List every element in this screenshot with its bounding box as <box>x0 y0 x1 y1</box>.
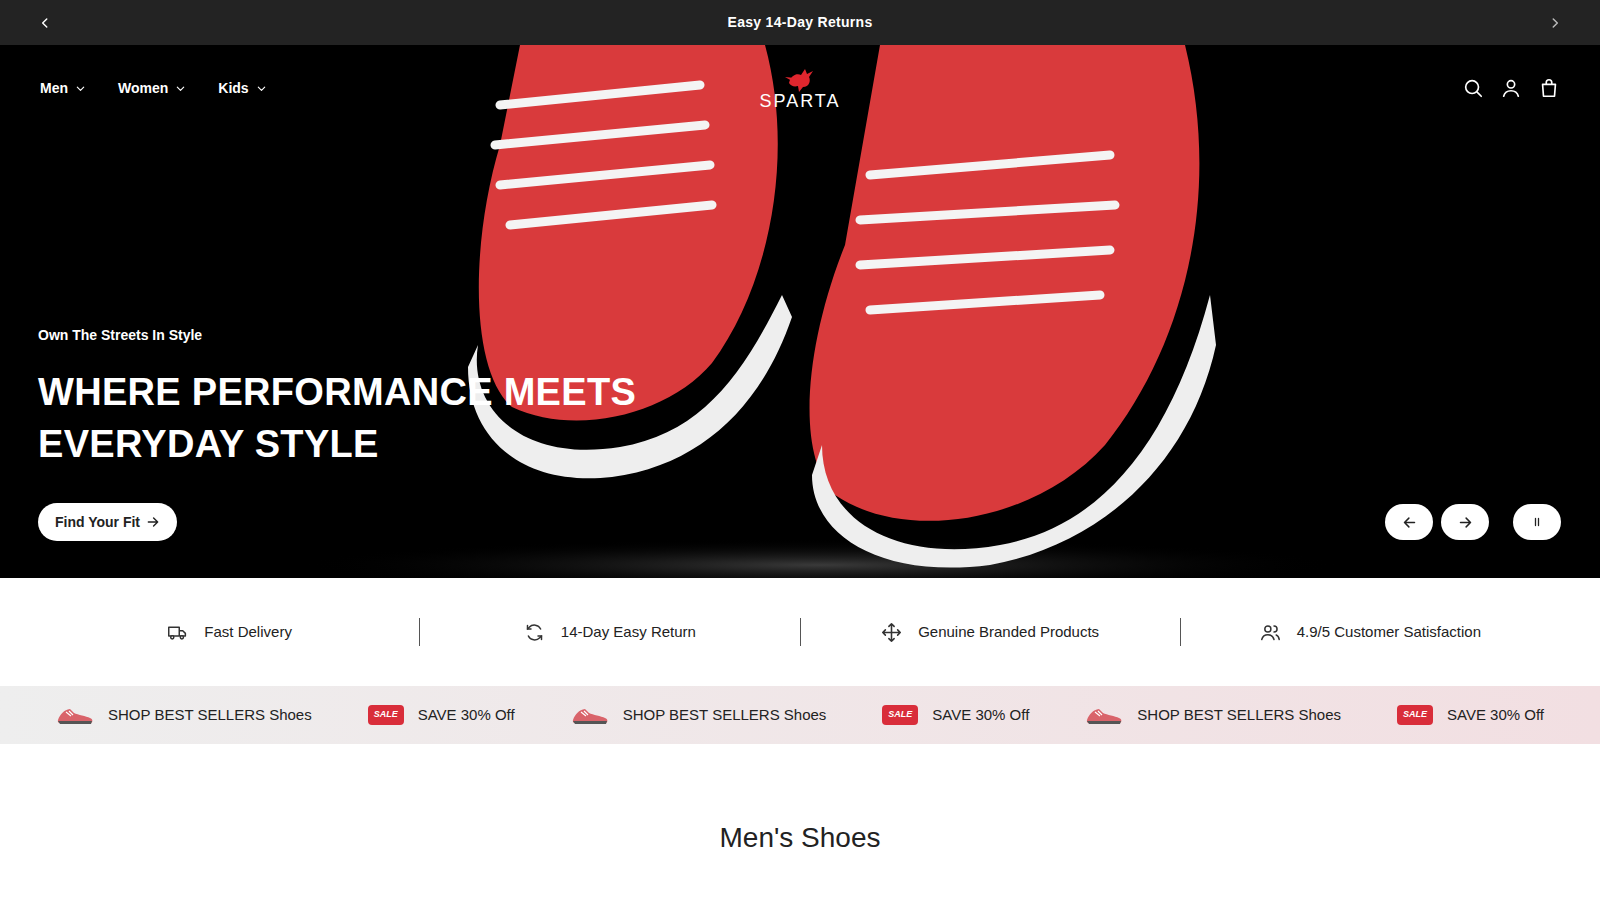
announcement-bar: Easy 14-Day Returns <box>0 0 1600 45</box>
move-icon <box>881 622 902 643</box>
site-header: Men Women Kids SPARTA <box>0 45 1600 131</box>
shoe-icon <box>571 704 609 726</box>
feature-label: Fast Delivery <box>204 621 292 644</box>
pause-icon <box>1531 516 1543 528</box>
chevron-down-icon <box>256 83 267 94</box>
promo-text[interactable]: SHOP BEST SELLERS Shoes <box>1137 704 1341 727</box>
nav-item[interactable]: Kids <box>218 78 266 99</box>
chevron-right-icon[interactable] <box>1548 16 1562 30</box>
hero-eyebrow: Own The Streets In Style <box>38 325 1562 346</box>
heading-line: WHERE PERFORMANCE MEETS <box>38 366 1562 418</box>
feature-item: 14-Day Easy Return <box>420 621 799 644</box>
pegasus-icon <box>783 65 817 93</box>
users-icon <box>1260 622 1281 643</box>
promo-text[interactable]: SAVE 30% Off <box>418 704 515 727</box>
announcement-text: Easy 14-Day Returns <box>728 12 873 33</box>
nav-item[interactable]: Women <box>118 78 186 99</box>
find-fit-button[interactable]: Find Your Fit <box>38 503 177 541</box>
logo[interactable]: SPARTA <box>547 65 1054 111</box>
account-icon[interactable] <box>1500 77 1522 99</box>
arrow-right-icon <box>146 515 160 529</box>
sale-badge: SALE <box>368 705 404 725</box>
promo-item[interactable]: SHOP BEST SELLERS Shoes <box>1085 704 1341 727</box>
heading-line: EVERYDAY STYLE <box>38 418 1562 470</box>
promo-text[interactable]: SHOP BEST SELLERS Shoes <box>108 704 312 727</box>
chevron-down-icon <box>75 83 86 94</box>
promo-text[interactable]: SHOP BEST SELLERS Shoes <box>623 704 827 727</box>
feature-label: Genuine Branded Products <box>918 621 1099 644</box>
feature-label: 4.9/5 Customer Satisfaction <box>1297 621 1481 644</box>
promo-strip: SHOP BEST SELLERS ShoesSALESAVE 30% OffS… <box>0 686 1600 744</box>
nav-label[interactable]: Men <box>40 78 68 99</box>
return-icon <box>524 622 545 643</box>
nav-label[interactable]: Kids <box>218 78 248 99</box>
promo-text[interactable]: SAVE 30% Off <box>1447 704 1544 727</box>
chevron-left-icon[interactable] <box>38 16 52 30</box>
shoe-icon <box>1085 704 1123 726</box>
hero-actions: Find Your Fit <box>38 503 1562 541</box>
divider <box>800 618 801 646</box>
hero-spacer <box>0 131 1600 325</box>
feature-item: 4.9/5 Customer Satisfaction <box>1181 621 1560 644</box>
shoe-icon <box>56 704 94 726</box>
truck-icon <box>167 622 188 643</box>
arrow-left-icon <box>1402 515 1417 530</box>
nav-item[interactable]: Men <box>40 78 86 99</box>
features-bar: Fast Delivery 14-Day Easy Return Genuine B… <box>0 578 1600 686</box>
promo-item[interactable]: SALE SAVE 30% Off <box>882 704 1029 727</box>
feature-item: Fast Delivery <box>40 621 419 644</box>
carousel-controls <box>1385 504 1561 540</box>
logo-text[interactable]: SPARTA <box>759 91 840 111</box>
prev-slide-button[interactable] <box>1385 504 1433 540</box>
promo-item[interactable]: SHOP BEST SELLERS Shoes <box>571 704 827 727</box>
sale-badge: SALE <box>882 705 918 725</box>
main-menu: Men Women Kids <box>40 78 547 99</box>
divider <box>419 618 420 646</box>
hero-photo <box>0 45 1600 578</box>
bag-icon[interactable] <box>1538 77 1560 99</box>
header-actions <box>1053 77 1560 99</box>
promo-text[interactable]: SAVE 30% Off <box>932 704 1029 727</box>
hero-heading: WHERE PERFORMANCE MEETSEVERYDAY STYLE <box>38 366 1562 470</box>
sale-badge: SALE <box>1397 705 1433 725</box>
divider <box>1180 618 1181 646</box>
hero-content: Own The Streets In Style WHERE PERFORMANC… <box>0 325 1600 578</box>
next-slide-button[interactable] <box>1441 504 1489 540</box>
button-label[interactable]: Find Your Fit <box>55 512 140 533</box>
hero-banner: Men Women Kids SPARTA Own The Streets In Sty… <box>0 45 1600 578</box>
nav-label[interactable]: Women <box>118 78 168 99</box>
feature-label: 14-Day Easy Return <box>561 621 696 644</box>
autoplay-button[interactable] <box>1513 504 1561 540</box>
promo-item[interactable]: SHOP BEST SELLERS Shoes <box>56 704 312 727</box>
search-icon[interactable] <box>1462 77 1484 99</box>
section-title: Men's Shoes <box>720 820 881 856</box>
promo-item[interactable]: SALE SAVE 30% Off <box>368 704 515 727</box>
arrow-right-icon <box>1458 515 1473 530</box>
promo-item[interactable]: SALE SAVE 30% Off <box>1397 704 1544 727</box>
feature-item: Genuine Branded Products <box>801 621 1180 644</box>
men-shoes-section: Men's Shoes <box>0 744 1600 856</box>
chevron-down-icon <box>175 83 186 94</box>
